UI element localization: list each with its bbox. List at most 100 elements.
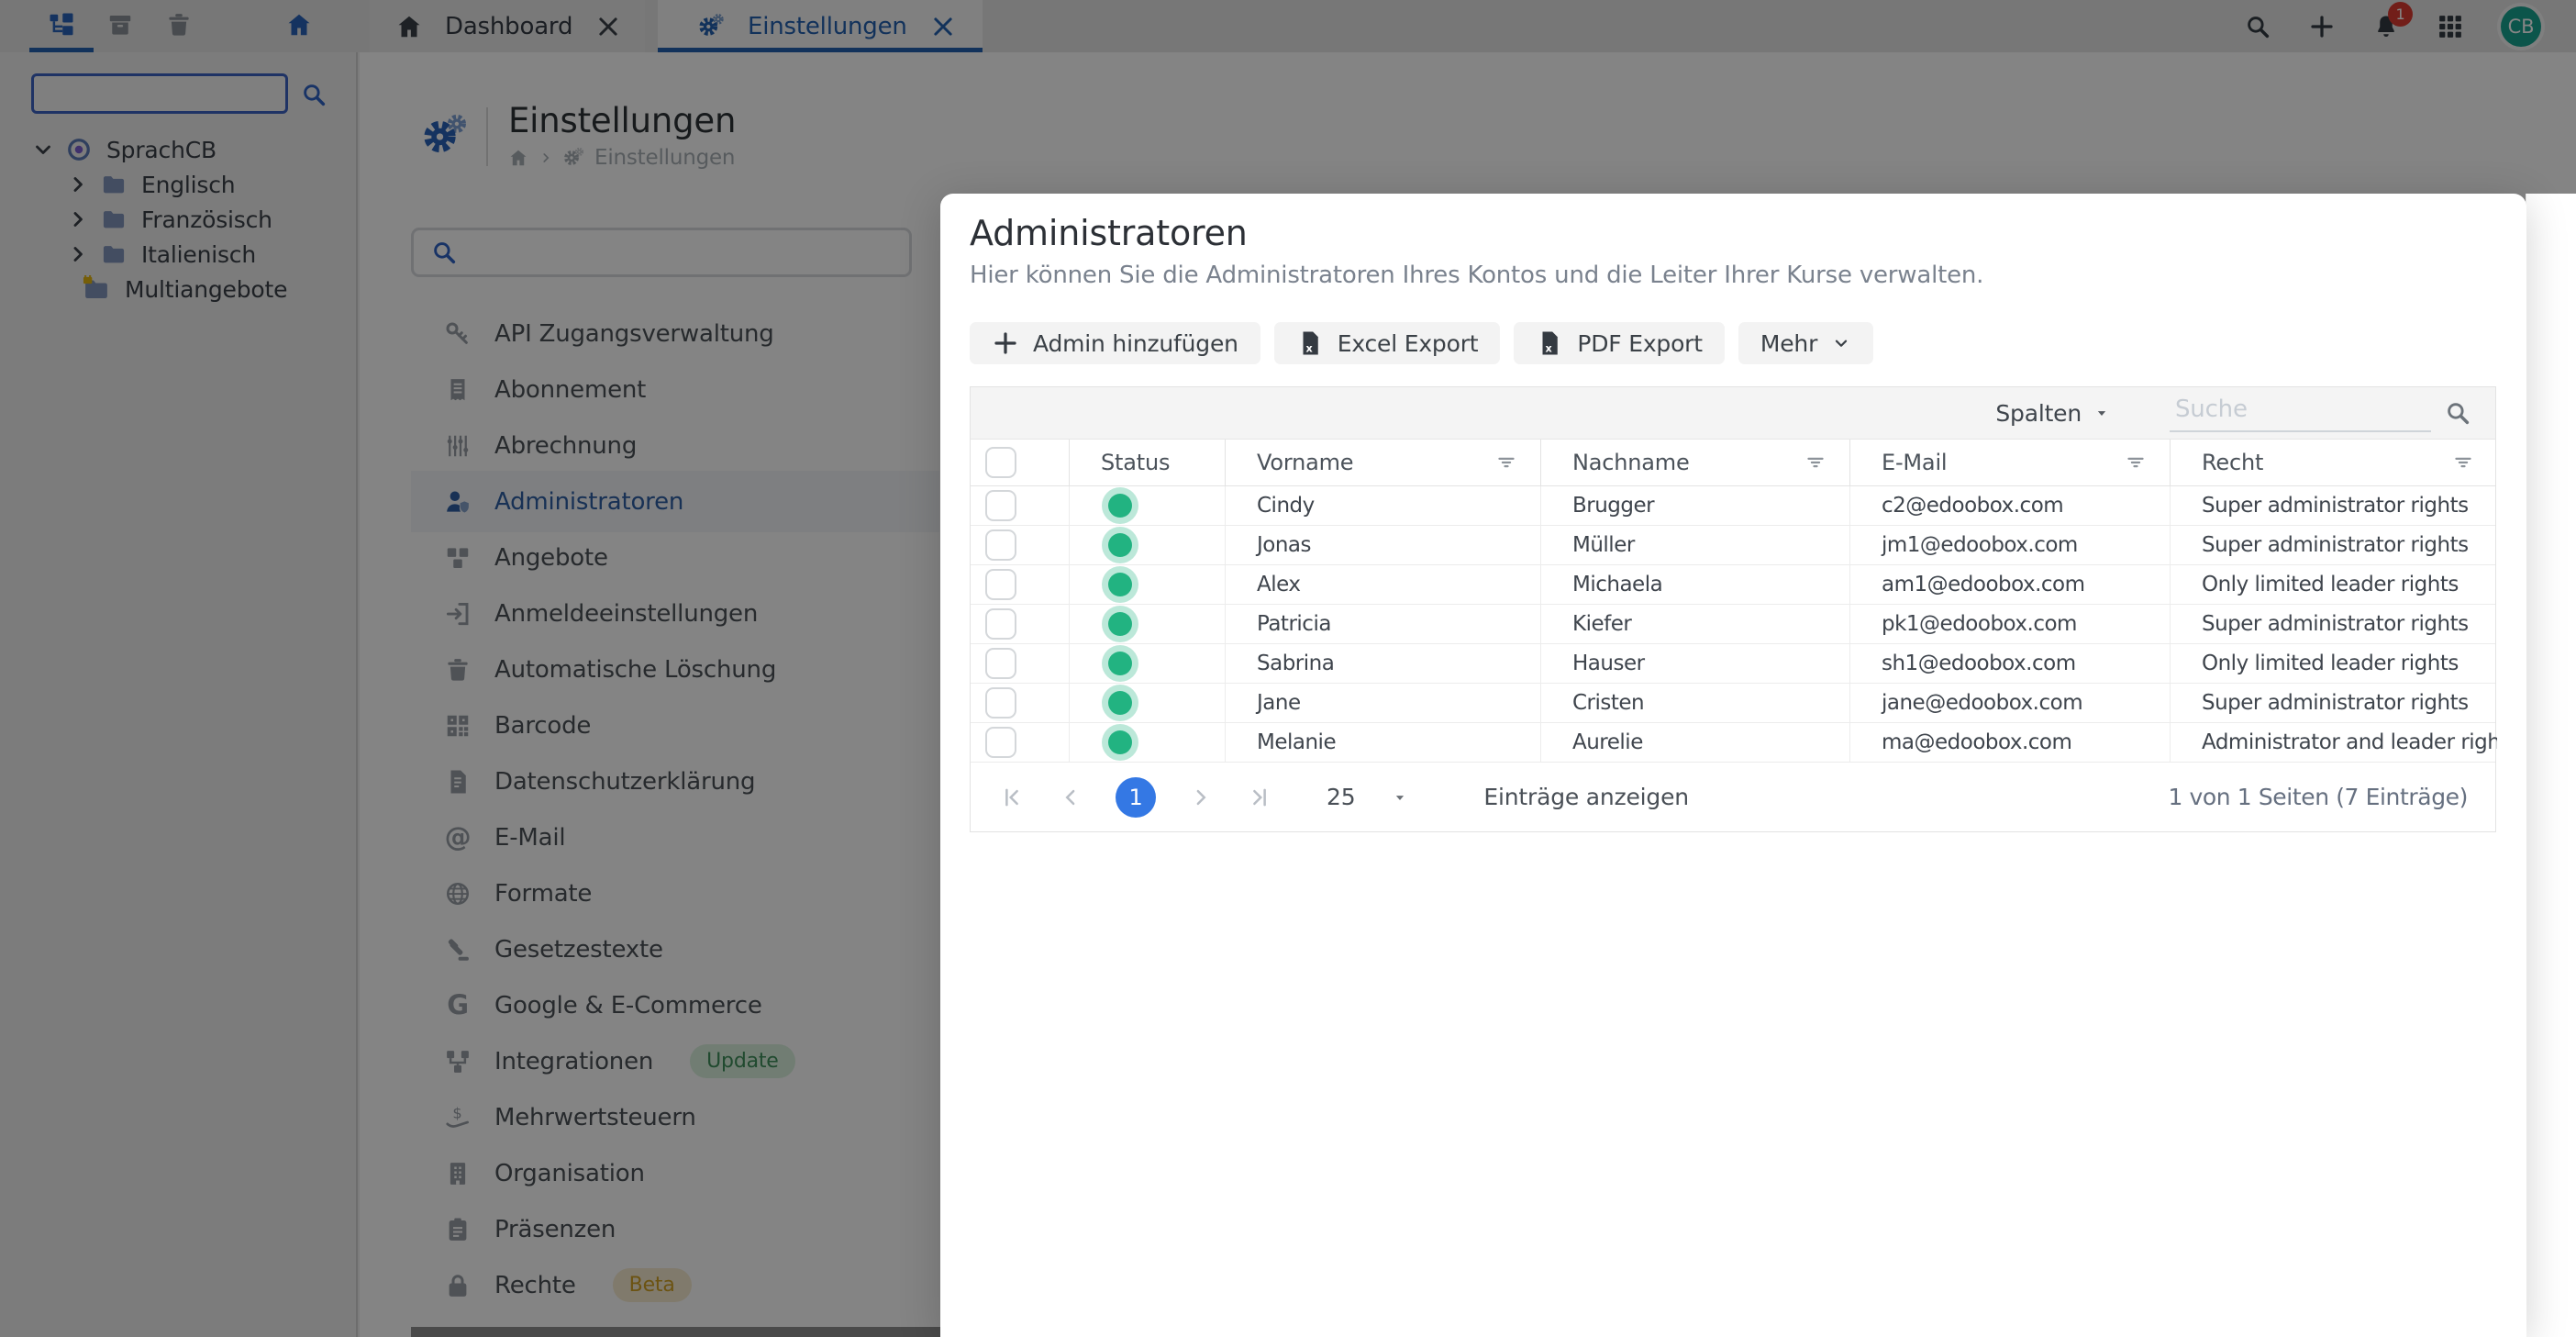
nachname-cell: Michaela (1540, 565, 1849, 604)
columns-chooser-button[interactable]: Spalten (1995, 400, 2111, 427)
export-file-icon: x (1296, 329, 1324, 357)
vorname-cell: Cindy (1225, 486, 1540, 525)
filter-icon[interactable] (1494, 451, 1518, 474)
administrators-drawer: Administratoren Hier können Sie die Admi… (940, 194, 2576, 1337)
drawer-subtitle: Hier können Sie die Administratoren Ihre… (970, 262, 2497, 289)
columns-chooser-label: Spalten (1995, 400, 2082, 427)
drawer-scrollbar-gutter[interactable] (2526, 194, 2576, 1337)
table-row[interactable]: JonasMüllerjm1@edoobox.comSuper administ… (971, 526, 2495, 565)
column-header-e-mail[interactable]: E-Mail (1849, 440, 2170, 485)
table-row[interactable]: CindyBruggerc2@edoobox.comSuper administ… (971, 486, 2495, 526)
button-label: PDF Export (1577, 330, 1703, 357)
column-header-label: E-Mail (1882, 450, 1947, 475)
plus-icon (992, 329, 1019, 357)
email-cell: c2@edoobox.com (1849, 486, 2170, 525)
row-select-cell (971, 526, 1069, 564)
table-row[interactable]: SabrinaHausersh1@edoobox.comOnly limited… (971, 644, 2495, 684)
email-cell: ma@edoobox.com (1849, 723, 2170, 762)
nachname-cell: Kiefer (1540, 605, 1849, 643)
email-cell: jane@edoobox.com (1849, 684, 2170, 722)
status-cell (1069, 486, 1225, 525)
status-cell (1069, 526, 1225, 564)
button-label: Admin hinzufügen (1033, 330, 1238, 357)
select-all-checkbox[interactable] (985, 447, 1016, 478)
vorname-cell: Alex (1225, 565, 1540, 604)
recht-cell: Only limited leader rights (2170, 644, 2497, 683)
status-active-dot (1108, 494, 1132, 518)
row-select-cell (971, 486, 1069, 525)
administrators-panel: Administratoren Hier können Sie die Admi… (940, 194, 2526, 1337)
button-label: Mehr (1760, 330, 1817, 357)
column-header-vorname[interactable]: Vorname (1225, 440, 1540, 485)
recht-cell: Only limited leader rights (2170, 565, 2497, 604)
row-checkbox[interactable] (985, 490, 1016, 521)
table-pager: 1 25 Einträge anzeigen 1 von 1 Seiten (7… (971, 763, 2495, 831)
recht-cell: Super administrator rights (2170, 526, 2497, 564)
row-checkbox[interactable] (985, 648, 1016, 679)
filter-icon[interactable] (2124, 451, 2148, 474)
chevron-down-icon (1831, 329, 1851, 357)
table-row[interactable]: AlexMichaelaam1@edoobox.comOnly limited … (971, 565, 2495, 605)
vorname-cell: Sabrina (1225, 644, 1540, 683)
table-search-input[interactable]: Suche (2170, 394, 2431, 432)
caret-down-icon (1392, 789, 1408, 806)
caret-down-icon (2093, 405, 2111, 421)
row-checkbox[interactable] (985, 529, 1016, 561)
button-label: Excel Export (1338, 330, 1479, 357)
pdf-export-button[interactable]: xPDF Export (1514, 322, 1725, 364)
first-page-icon[interactable] (998, 784, 1026, 811)
row-select-cell (971, 565, 1069, 604)
pager-nav: 1 (998, 777, 1273, 818)
column-header-label: Nachname (1572, 450, 1690, 475)
status-active-dot (1108, 691, 1132, 715)
filter-icon[interactable] (1804, 451, 1827, 474)
mehr-button[interactable]: Mehr (1738, 322, 1873, 364)
status-cell (1069, 565, 1225, 604)
page-size-label: Einträge anzeigen (1483, 784, 1689, 810)
page-size-select[interactable]: 25 (1327, 784, 1408, 810)
status-active-dot (1108, 652, 1132, 675)
current-page-button[interactable]: 1 (1116, 777, 1156, 818)
vorname-cell: Jonas (1225, 526, 1540, 564)
nachname-cell: Cristen (1540, 684, 1849, 722)
row-select-cell (971, 723, 1069, 762)
column-header-status[interactable]: Status (1069, 440, 1225, 485)
column-header-nachname[interactable]: Nachname (1540, 440, 1849, 485)
status-cell (1069, 723, 1225, 762)
status-active-dot (1108, 533, 1132, 557)
table-row[interactable]: JaneCristenjane@edoobox.comSuper adminis… (971, 684, 2495, 723)
nachname-cell: Hauser (1540, 644, 1849, 683)
nachname-cell: Brugger (1540, 486, 1849, 525)
row-checkbox[interactable] (985, 608, 1016, 640)
select-all-cell (971, 440, 1069, 485)
row-checkbox[interactable] (985, 727, 1016, 758)
last-page-icon[interactable] (1246, 784, 1273, 811)
previous-page-icon[interactable] (1057, 784, 1084, 811)
nachname-cell: Aurelie (1540, 723, 1849, 762)
vorname-cell: Patricia (1225, 605, 1540, 643)
svg-text:x: x (1305, 342, 1313, 354)
row-checkbox[interactable] (985, 569, 1016, 600)
row-checkbox[interactable] (985, 687, 1016, 719)
status-active-dot (1108, 730, 1132, 754)
next-page-icon[interactable] (1187, 784, 1215, 811)
email-cell: am1@edoobox.com (1849, 565, 2170, 604)
table-row[interactable]: PatriciaKieferpk1@edoobox.comSuper admin… (971, 605, 2495, 644)
filter-icon[interactable] (2451, 451, 2475, 474)
table-row[interactable]: MelanieAureliema@edoobox.comAdministrato… (971, 723, 2495, 763)
column-header-label: Vorname (1257, 450, 1353, 475)
excel-export-button[interactable]: x Excel Export (1274, 322, 1501, 364)
vorname-cell: Melanie (1225, 723, 1540, 762)
administrators-table: Spalten Suche Status Vorname Nachname E-Mai… (970, 386, 2496, 832)
admin-hinzuf-gen-button[interactable]: Admin hinzufügen (970, 322, 1260, 364)
screen: Dashboard Einstellungen 1 CB (0, 0, 2576, 1337)
status-active-dot (1108, 573, 1132, 596)
column-header-label: Status (1101, 450, 1170, 475)
recht-cell: Super administrator rights (2170, 605, 2497, 643)
status-cell (1069, 605, 1225, 643)
search-icon[interactable] (2444, 399, 2471, 427)
column-header-label: Recht (2202, 450, 2263, 475)
nachname-cell: Müller (1540, 526, 1849, 564)
column-header-recht[interactable]: Recht (2170, 440, 2497, 485)
table-toolbar: Spalten Suche (971, 387, 2495, 440)
